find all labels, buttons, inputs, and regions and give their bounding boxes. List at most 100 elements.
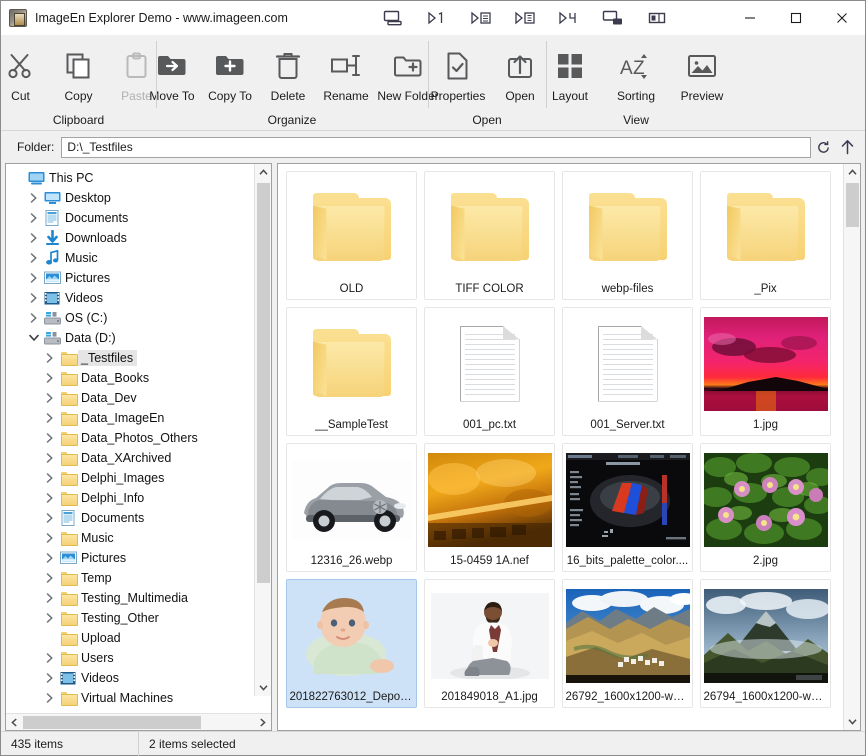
tree-scroll-down-button[interactable]	[255, 679, 272, 696]
tree-expander-collapsed-icon[interactable]	[42, 373, 58, 383]
tree-expander-collapsed-icon[interactable]	[26, 193, 42, 203]
monitor-icon[interactable]	[371, 2, 415, 34]
play-4-icon[interactable]	[547, 2, 591, 34]
tree-expander-collapsed-icon[interactable]	[26, 273, 42, 283]
file-grid-item[interactable]: 26792_1600x1200-wal...	[562, 579, 693, 708]
delete-button[interactable]: Delete	[259, 39, 317, 103]
cut-button[interactable]: Cut	[0, 39, 50, 103]
tree-item-pictures[interactable]: Pictures	[6, 268, 271, 288]
tree-item-temp[interactable]: Temp	[6, 568, 271, 588]
tree-expander-collapsed-icon[interactable]	[26, 233, 42, 243]
file-grid-item[interactable]: 001_pc.txt	[424, 307, 555, 436]
minimize-button[interactable]	[727, 1, 773, 35]
file-grid-item[interactable]: 26794_1600x1200-wal...	[700, 579, 831, 708]
tree-scroll-left-button[interactable]	[6, 714, 23, 731]
up-arrow-icon[interactable]	[835, 135, 859, 159]
tree-expander-collapsed-icon[interactable]	[42, 653, 58, 663]
tree-item-delphi-images[interactable]: Delphi_Images	[6, 468, 271, 488]
file-grid-item[interactable]: 1.jpg	[700, 307, 831, 436]
file-grid-item[interactable]: __SampleTest	[286, 307, 417, 436]
tree-item-data-imageen[interactable]: Data_ImageEn	[6, 408, 271, 428]
tree-expander-collapsed-icon[interactable]	[42, 613, 58, 623]
tree-expander-expanded-icon[interactable]	[26, 334, 42, 342]
tree-expander-collapsed-icon[interactable]	[42, 513, 58, 523]
grid-scroll-track[interactable]	[844, 181, 861, 713]
grid-vertical-scrollbar[interactable]	[843, 164, 860, 730]
folder-path-input[interactable]: D:\_Testfiles	[61, 136, 811, 158]
tree-horizontal-scrollbar[interactable]	[6, 713, 271, 730]
properties-button[interactable]: Properties	[425, 39, 491, 103]
tree-hscroll-track[interactable]	[23, 714, 254, 731]
tree-expander-collapsed-icon[interactable]	[42, 593, 58, 603]
tree-item-documents[interactable]: Documents	[6, 508, 271, 528]
tree-expander-collapsed-icon[interactable]	[42, 453, 58, 463]
tree-expander-collapsed-icon[interactable]	[42, 493, 58, 503]
monitor-sub-icon[interactable]	[591, 2, 635, 34]
sorting-button[interactable]: AZ Sorting	[603, 39, 669, 103]
tree-item-pictures[interactable]: Pictures	[6, 548, 271, 568]
tree-scroll-right-button[interactable]	[254, 714, 271, 731]
tree-item-data-xarchived[interactable]: Data_XArchived	[6, 448, 271, 468]
copy-button[interactable]: Copy	[50, 39, 108, 103]
file-grid-item[interactable]: 16_bits_palette_color....	[562, 443, 693, 572]
tree-item-testfiles[interactable]: _Testfiles	[6, 348, 271, 368]
tree-item-users[interactable]: Users	[6, 648, 271, 668]
tree-item-videos[interactable]: Videos	[6, 668, 271, 688]
rename-button[interactable]: Rename	[317, 39, 375, 103]
tree-item-os-c[interactable]: OS (C:)	[6, 308, 271, 328]
move-to-button[interactable]: Move To	[143, 39, 201, 103]
file-grid[interactable]: OLD TIFF COLOR webp-files _Pix __SampleTest 0…	[278, 164, 860, 730]
tree-expander-collapsed-icon[interactable]	[42, 573, 58, 583]
folder-tree[interactable]: This PC Desktop Documents Downloads Music Pic…	[6, 164, 271, 713]
play-1-icon[interactable]	[415, 2, 459, 34]
tree-scroll-track[interactable]	[255, 181, 272, 679]
tree-item-this-pc[interactable]: This PC	[6, 168, 271, 188]
tree-item-data-photos-others[interactable]: Data_Photos_Others	[6, 428, 271, 448]
tree-scroll-up-button[interactable]	[255, 164, 272, 181]
tree-expander-collapsed-icon[interactable]	[42, 353, 58, 363]
file-grid-item[interactable]: 15-0459 1A.nef	[424, 443, 555, 572]
tree-item-data-dev[interactable]: Data_Dev	[6, 388, 271, 408]
file-grid-item[interactable]: 201849018_A1.jpg	[424, 579, 555, 708]
grid-scroll-up-button[interactable]	[844, 164, 861, 181]
tree-item-testing-multimedia[interactable]: Testing_Multimedia	[6, 588, 271, 608]
tree-hscroll-thumb[interactable]	[23, 715, 201, 729]
tree-expander-collapsed-icon[interactable]	[26, 293, 42, 303]
close-button[interactable]	[819, 1, 865, 35]
panel-split-icon[interactable]	[635, 2, 679, 34]
file-grid-item[interactable]: 001_Server.txt	[562, 307, 693, 436]
tree-item-videos[interactable]: Videos	[6, 288, 271, 308]
tree-expander-collapsed-icon[interactable]	[42, 473, 58, 483]
file-grid-item[interactable]: _Pix	[700, 171, 831, 300]
tree-item-desktop[interactable]: Desktop	[6, 188, 271, 208]
tree-expander-collapsed-icon[interactable]	[42, 693, 58, 703]
tree-item-virtual-machines[interactable]: Virtual Machines	[6, 688, 271, 708]
file-grid-item[interactable]: webp-files	[562, 171, 693, 300]
file-grid-item[interactable]: TIFF COLOR	[424, 171, 555, 300]
refresh-icon[interactable]	[811, 135, 835, 159]
grid-scroll-down-button[interactable]	[844, 713, 861, 730]
tree-item-data-books[interactable]: Data_Books	[6, 368, 271, 388]
tree-expander-collapsed-icon[interactable]	[42, 533, 58, 543]
layout-button[interactable]: Layout	[537, 39, 603, 103]
tree-item-testing-other[interactable]: Testing_Other	[6, 608, 271, 628]
preview-button[interactable]: Preview	[669, 39, 735, 103]
tree-expander-collapsed-icon[interactable]	[42, 393, 58, 403]
tree-item-music[interactable]: Music	[6, 528, 271, 548]
tree-item-delphi-info[interactable]: Delphi_Info	[6, 488, 271, 508]
play-3-icon[interactable]	[503, 2, 547, 34]
file-grid-item[interactable]: 2.jpg	[700, 443, 831, 572]
play-2-icon[interactable]	[459, 2, 503, 34]
copy-to-button[interactable]: Copy To	[201, 39, 259, 103]
tree-expander-collapsed-icon[interactable]	[42, 433, 58, 443]
file-grid-item[interactable]: 12316_26.webp	[286, 443, 417, 572]
tree-item-music[interactable]: Music	[6, 248, 271, 268]
tree-expander-collapsed-icon[interactable]	[42, 413, 58, 423]
tree-item-upload[interactable]: Upload	[6, 628, 271, 648]
tree-expander-collapsed-icon[interactable]	[26, 313, 42, 323]
file-grid-item[interactable]: 201822763012_Deposi...	[286, 579, 417, 708]
tree-expander-collapsed-icon[interactable]	[26, 253, 42, 263]
tree-expander-collapsed-icon[interactable]	[42, 553, 58, 563]
tree-expander-collapsed-icon[interactable]	[42, 673, 58, 683]
tree-vertical-scrollbar[interactable]	[254, 164, 271, 696]
